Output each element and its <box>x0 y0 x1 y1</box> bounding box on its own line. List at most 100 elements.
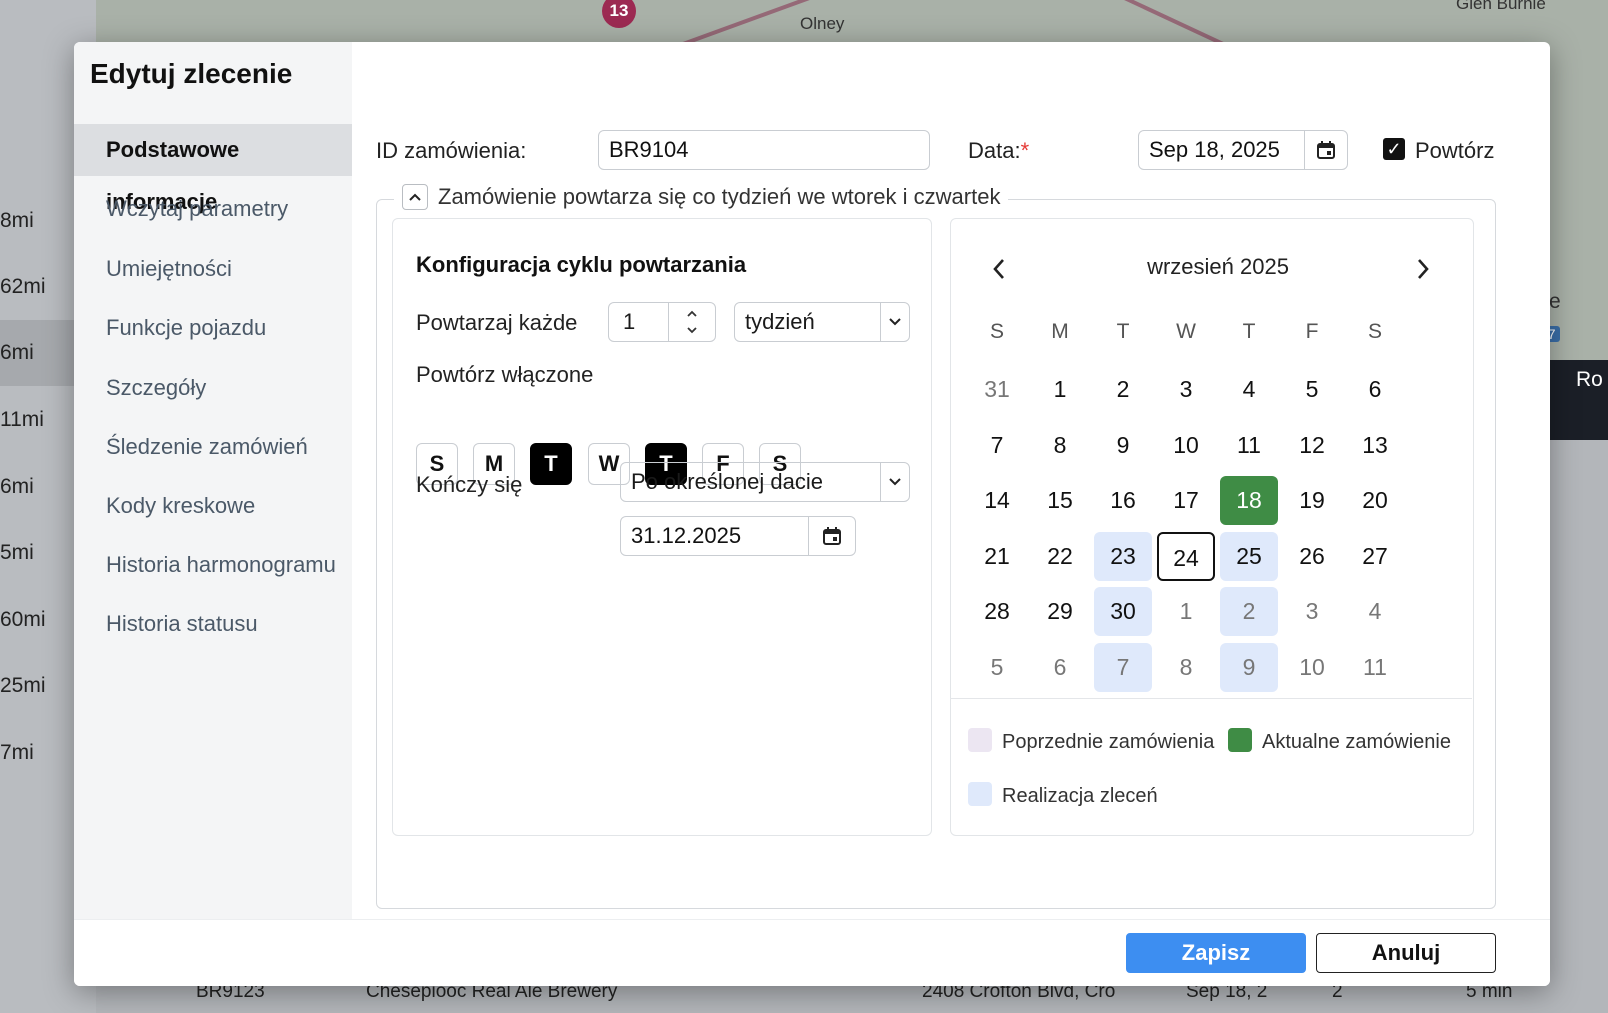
calendar-day[interactable]: 10 <box>1283 643 1341 692</box>
weekday-header: T <box>1242 320 1256 343</box>
date-value: Sep 18, 2025 <box>1149 137 1280 162</box>
ends-label: Kończy się <box>416 472 523 497</box>
next-month-button[interactable] <box>1408 254 1438 284</box>
calendar-day[interactable]: 26 <box>1283 532 1341 581</box>
edit-order-modal: Edytuj zlecenie Podstawowe informacje Wc… <box>74 42 1550 986</box>
repeat-summary-legend: Zamówienie powtarza się co tydzień we wt… <box>394 184 1009 210</box>
calendar-day[interactable]: 5 <box>1283 365 1341 414</box>
calendar-day[interactable]: 10 <box>1157 421 1215 470</box>
repeat-every-value: 1 <box>623 309 636 334</box>
distance-row[interactable]: 6mi <box>0 454 74 520</box>
calendar-day[interactable]: 11 <box>1346 643 1404 692</box>
legend-swatch-previous <box>968 728 992 752</box>
end-date-value: 31.12.2025 <box>631 523 742 548</box>
cancel-button[interactable]: Anuluj <box>1316 933 1496 973</box>
calendar-day[interactable]: 23 <box>1094 531 1152 581</box>
calendar-day-current[interactable]: 18 <box>1220 476 1278 525</box>
legend-previous-label: Poprzednie zamówienia <box>1002 731 1215 753</box>
calendar-day[interactable]: 7 <box>1094 642 1152 692</box>
calendar-day[interactable]: 2 <box>1094 365 1152 414</box>
calendar-day[interactable]: 5 <box>968 643 1026 692</box>
distance-row[interactable]: 60mi <box>0 587 74 653</box>
modal-footer: Zapisz Anuluj <box>74 919 1550 986</box>
calendar-day[interactable]: 3 <box>1283 587 1341 636</box>
calendar-divider <box>950 698 1472 699</box>
distance-row[interactable]: 25mi <box>0 653 74 719</box>
calendar-day[interactable]: 22 <box>1031 532 1089 581</box>
calendar-day[interactable]: 17 <box>1157 476 1215 525</box>
calendar-day[interactable]: 19 <box>1283 476 1341 525</box>
chevron-up-icon[interactable] <box>402 184 428 210</box>
calendar-day[interactable]: 1 <box>1157 587 1215 636</box>
end-date-input[interactable]: 31.12.2025 <box>620 516 856 556</box>
calendar-day[interactable]: 8 <box>1157 643 1215 692</box>
background-dark-button[interactable]: Ro <box>1540 360 1608 440</box>
calendar-day[interactable]: 28 <box>968 587 1026 636</box>
ends-select[interactable]: Po określonej dacie <box>620 462 910 502</box>
chevron-down-icon <box>880 463 909 501</box>
repeat-checkbox[interactable]: ✓ <box>1383 138 1405 160</box>
chevron-down-icon <box>880 303 909 341</box>
map-label-glen-burnie: Glen Burnie <box>1456 0 1546 13</box>
calendar-day[interactable]: 11 <box>1220 421 1278 470</box>
calendar-icon[interactable] <box>808 517 855 555</box>
legend-fulfillment-label: Realizacja zleceń <box>1002 785 1158 807</box>
weekday-header: M <box>1051 320 1069 343</box>
repeat-checkbox-label: Powtórz <box>1415 138 1495 163</box>
ends-value: Po określonej dacie <box>631 469 824 494</box>
distance-row[interactable]: 5mi <box>0 520 74 586</box>
repeat-every-stepper[interactable]: 1 <box>608 302 716 342</box>
calendar-day[interactable]: 8 <box>1031 421 1089 470</box>
date-input[interactable]: Sep 18, 2025 <box>1138 130 1348 170</box>
repeat-on-label: Powtórz włączone <box>416 362 594 387</box>
save-button[interactable]: Zapisz <box>1126 933 1306 973</box>
calendar-day[interactable]: 20 <box>1346 476 1404 525</box>
repeat-every-label: Powtarzaj każde <box>416 310 578 335</box>
repeat-unit-select[interactable]: tydzień <box>734 302 910 342</box>
calendar-day[interactable]: 3 <box>1157 365 1215 414</box>
weekday-toggle-tue[interactable]: T <box>530 443 572 485</box>
calendar-day[interactable]: 14 <box>968 476 1026 525</box>
order-id-input[interactable]: BR9104 <box>598 130 930 170</box>
calendar-day[interactable]: 6 <box>1031 643 1089 692</box>
weekday-header: S <box>989 320 1004 343</box>
calendar-day[interactable]: 9 <box>1094 421 1152 470</box>
repeat-summary-text: Zamówienie powtarza się co tydzień we wt… <box>438 184 1001 209</box>
legend-swatch-current <box>1228 728 1252 752</box>
calendar-day[interactable]: 12 <box>1283 421 1341 470</box>
calendar-day[interactable]: 6 <box>1346 365 1404 414</box>
calendar-day[interactable]: 7 <box>968 421 1026 470</box>
legend-swatch-fulfillment <box>968 782 992 806</box>
calendar-day[interactable]: 29 <box>1031 587 1089 636</box>
calendar-day[interactable]: 15 <box>1031 476 1089 525</box>
calendar-day[interactable]: 13 <box>1346 421 1404 470</box>
calendar-day[interactable]: 31 <box>968 365 1026 414</box>
distance-row[interactable]: 8mi <box>0 188 74 254</box>
calendar-day[interactable]: 9 <box>1220 642 1278 692</box>
calendar-day[interactable]: 27 <box>1346 532 1404 581</box>
weekday-header: W <box>1176 320 1196 343</box>
recurrence-config-title: Konfiguracja cyklu powtarzania <box>416 252 747 277</box>
distance-row[interactable]: 7mi <box>0 720 74 786</box>
stepper-arrows-icon[interactable] <box>668 303 715 341</box>
calendar-day[interactable]: 21 <box>968 532 1026 581</box>
order-id-label: ID zamówienia: <box>376 138 527 163</box>
calendar-day[interactable]: 30 <box>1094 587 1152 636</box>
weekday-header: S <box>1367 320 1382 343</box>
calendar-day[interactable]: 16 <box>1094 476 1152 525</box>
calendar-day[interactable]: 2 <box>1220 587 1278 636</box>
calendar-day[interactable]: 1 <box>1031 365 1089 414</box>
date-label: Data:* <box>968 138 1030 163</box>
calendar-month-label: wrzesień 2025 <box>1147 254 1289 279</box>
distance-row[interactable]: 62mi <box>0 254 74 320</box>
calendar-day-today[interactable]: 24 <box>1157 531 1215 581</box>
calendar-day[interactable]: 4 <box>1346 587 1404 636</box>
calendar-icon[interactable] <box>1304 131 1347 169</box>
calendar-day[interactable]: 25 <box>1220 531 1278 581</box>
weekday-header: F <box>1305 320 1319 343</box>
route-pin[interactable]: 13 <box>602 0 636 28</box>
distance-row[interactable]: 6mi <box>0 320 74 386</box>
distance-row[interactable]: 11mi <box>0 387 74 453</box>
bg-right-text: Ro <box>1576 368 1603 391</box>
calendar-day[interactable]: 4 <box>1220 365 1278 414</box>
